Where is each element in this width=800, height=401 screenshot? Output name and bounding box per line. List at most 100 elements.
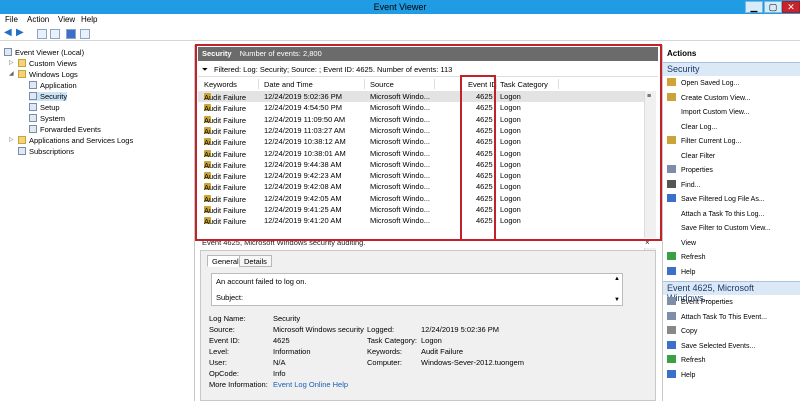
action-help[interactable]: Help — [667, 369, 799, 381]
menu-help[interactable]: Help — [81, 15, 97, 24]
keywords-label: Keywords: — [367, 347, 403, 356]
actions-section-security[interactable]: Security — [663, 62, 800, 76]
menu-view[interactable]: View — [58, 15, 75, 24]
action-label: Help — [681, 371, 696, 379]
help-icon[interactable] — [66, 29, 76, 39]
save-icon — [667, 340, 676, 349]
computer-icon — [4, 48, 12, 56]
forward-arrow-icon[interactable]: ▶ — [16, 28, 26, 38]
action-attach-task-to-this-event[interactable]: Attach Task To This Event... — [667, 311, 799, 323]
action-copy[interactable]: Copy — [667, 326, 799, 337]
blank-icon — [667, 209, 676, 217]
log-name-value: Security — [273, 314, 301, 323]
scroll-down-icon[interactable]: ▼ — [614, 297, 620, 303]
action-open-saved-log[interactable]: Open Saved Log... — [667, 78, 799, 89]
action-label: Open Saved Log... — [681, 80, 740, 87]
expand-arrow-icon[interactable]: ▷ — [9, 136, 14, 143]
help-icon — [667, 369, 676, 378]
action-label: Properties — [681, 167, 713, 174]
user-label: User: — [209, 358, 227, 367]
event-log-online-help-link[interactable]: Event Log Online Help — [273, 380, 348, 389]
open-log-icon — [667, 78, 676, 86]
action-filter-current-log[interactable]: Filter Current Log... — [667, 136, 799, 147]
back-arrow-icon[interactable]: ◀ — [4, 28, 14, 38]
action-label: Refresh — [681, 357, 706, 364]
action-properties[interactable]: Properties — [667, 165, 799, 176]
properties-icon — [667, 297, 676, 305]
action-label: Save Filter to Custom View... — [681, 225, 771, 232]
action-label: Save Filtered Log File As... — [681, 196, 765, 203]
console-tree-icon[interactable] — [50, 29, 60, 39]
opcode-label: OpCode: — [209, 369, 240, 378]
tree-item-application[interactable]: Application — [29, 81, 77, 90]
action-pane-icon[interactable] — [80, 29, 90, 39]
action-refresh[interactable]: Refresh — [667, 355, 799, 366]
close-button[interactable]: ✕ — [782, 1, 800, 13]
save-icon — [667, 194, 676, 202]
tree-item-setup[interactable]: Setup — [29, 103, 60, 112]
event-description[interactable]: An account failed to log on. Subject: ▲ … — [211, 273, 623, 306]
tree-item-security[interactable]: Security — [29, 92, 68, 101]
task-category-label: Task Category: — [367, 336, 418, 345]
tree-item-windows-logs[interactable]: ◢ Windows Logs — [9, 70, 78, 79]
action-clear-filter[interactable]: Clear Filter — [667, 151, 799, 162]
title-bar: Event Viewer ▁ ▢ ✕ — [0, 0, 800, 14]
action-label: Find... — [681, 181, 701, 189]
action-save-filtered-log-file-as[interactable]: Save Filtered Log File As... — [667, 194, 799, 205]
tree-item-forwarded-events[interactable]: Forwarded Events — [29, 125, 101, 134]
minimize-button[interactable]: ▁ — [745, 1, 763, 13]
tree-item-apps-services-logs[interactable]: ▷ Applications and Services Logs — [9, 136, 133, 145]
tree-item-system[interactable]: System — [29, 114, 65, 123]
subscriptions-icon — [18, 147, 26, 155]
log-icon — [29, 92, 37, 100]
log-icon — [29, 114, 37, 122]
blank-icon — [667, 223, 676, 231]
action-view[interactable]: View — [667, 238, 799, 249]
menu-bar: File Action View Help — [0, 14, 800, 27]
folder-icon[interactable] — [37, 29, 47, 39]
action-label: Copy — [681, 328, 698, 335]
action-attach-a-task-to-this-log[interactable]: Attach a Task To this Log... — [667, 209, 799, 220]
menu-action[interactable]: Action — [27, 15, 49, 24]
source-label: Source: — [209, 325, 235, 334]
event-detail-pane: General Details An account failed to log… — [200, 250, 656, 401]
action-label: Import Custom View... — [681, 109, 750, 116]
tree-item-event-viewer[interactable]: Event Viewer (Local) — [4, 48, 84, 57]
action-label: Event Properties — [681, 299, 733, 306]
scroll-up-icon[interactable]: ▲ — [614, 276, 620, 282]
window-title: Event Viewer — [373, 2, 427, 12]
expand-arrow-icon[interactable]: ▷ — [9, 59, 14, 66]
action-help[interactable]: Help — [667, 266, 799, 278]
opcode-value: Info — [273, 369, 286, 378]
action-refresh[interactable]: Refresh — [667, 252, 799, 263]
action-create-custom-view[interactable]: Create Custom View... — [667, 92, 799, 104]
event-id-value: 4625 — [273, 336, 290, 345]
action-label: Clear Log... — [681, 123, 718, 131]
maximize-button[interactable]: ▢ — [764, 1, 782, 13]
copy-icon — [667, 326, 676, 334]
toolbar: ◀ ▶ — [0, 27, 800, 41]
action-import-custom-view[interactable]: Import Custom View... — [667, 107, 799, 118]
blank-icon — [667, 151, 676, 159]
user-value: N/A — [273, 358, 286, 367]
menu-file[interactable]: File — [5, 15, 18, 24]
level-label: Level: — [209, 347, 230, 356]
action-save-filter-to-custom-view[interactable]: Save Filter to Custom View... — [667, 223, 799, 234]
action-event-properties[interactable]: Event Properties — [667, 297, 799, 308]
blank-icon — [667, 238, 676, 246]
action-save-selected-events[interactable]: Save Selected Events... — [667, 340, 799, 352]
log-icon — [29, 81, 37, 89]
help-icon — [667, 266, 676, 275]
action-clear-log[interactable]: Clear Log... — [667, 122, 799, 133]
actions-pane: Actions Security Open Saved Log... Create… — [662, 45, 800, 401]
action-find[interactable]: Find... — [667, 179, 799, 191]
blank-icon — [667, 107, 676, 115]
action-label: Refresh — [681, 254, 706, 261]
log-icon — [29, 103, 37, 111]
tree-item-custom-views[interactable]: ▷ Custom Views — [9, 59, 77, 68]
tree-item-subscriptions[interactable]: Subscriptions — [18, 147, 74, 156]
tab-details[interactable]: Details — [239, 255, 272, 267]
collapse-arrow-icon[interactable]: ◢ — [9, 70, 14, 77]
computer-label: Computer: — [367, 358, 403, 367]
actions-section-event[interactable]: Event 4625, Microsoft Windows... — [663, 281, 800, 303]
